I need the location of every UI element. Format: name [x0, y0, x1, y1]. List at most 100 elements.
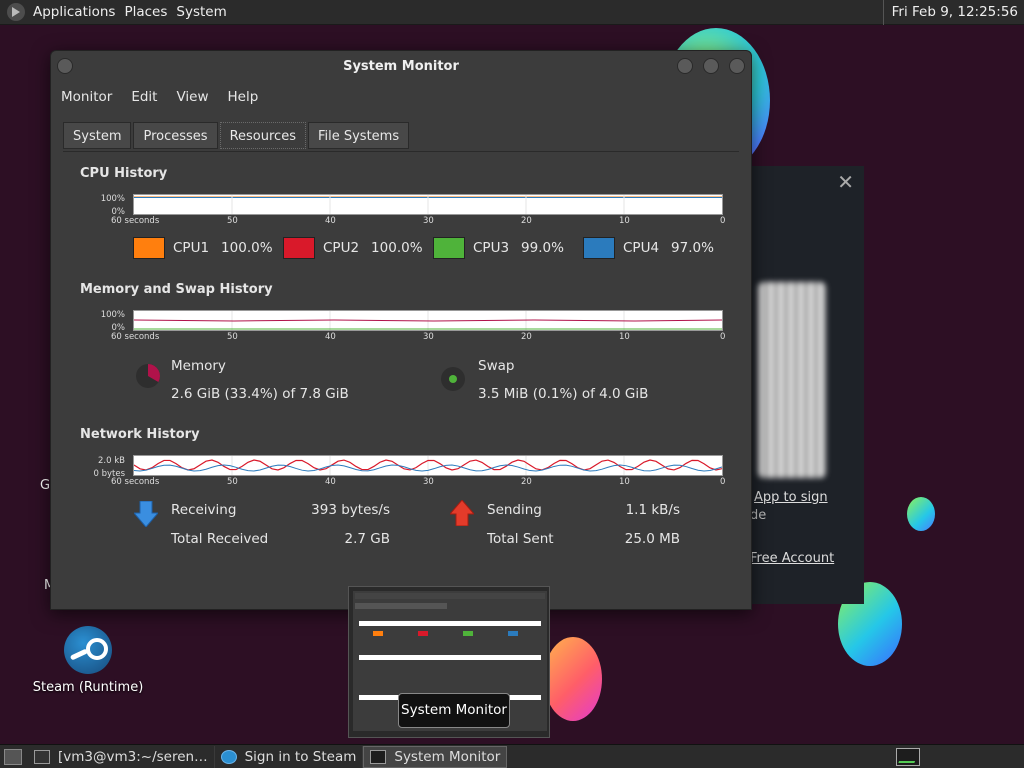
tab-file-systems[interactable]: File Systems — [307, 122, 410, 149]
menu-help[interactable]: Help — [228, 89, 259, 105]
cpu2-color-button[interactable] — [283, 237, 315, 259]
cpu-name: CPU1 — [173, 240, 210, 256]
maximize-button[interactable] — [703, 58, 719, 74]
cpu-x-ticks: 60 seconds 50 40 30 20 10 0 — [111, 216, 731, 226]
window-menu-button[interactable] — [57, 58, 73, 74]
taskbar-item-label: [vm3@vm3:~/seren… — [58, 748, 208, 765]
cpu-name: CPU3 — [473, 240, 510, 256]
tab-system[interactable]: System — [63, 122, 132, 149]
menu-edit[interactable]: Edit — [131, 89, 157, 105]
menu-view[interactable]: View — [176, 89, 208, 105]
sending-arrow-icon[interactable] — [450, 500, 474, 526]
taskbar-item-terminal[interactable]: [vm3@vm3:~/seren… — [28, 745, 215, 768]
x-tick: 50 — [227, 332, 238, 342]
x-tick: 60 seconds — [111, 332, 160, 342]
wallpaper-shape — [544, 637, 602, 721]
cpu-y-top-label: 100% — [100, 194, 125, 204]
x-tick: 20 — [521, 216, 532, 226]
menu-system[interactable]: System — [176, 4, 235, 20]
total-received-value: 2.7 GB — [344, 531, 390, 547]
minimize-button[interactable] — [677, 58, 693, 74]
taskbar-item-label: Sign in to Steam — [244, 748, 357, 765]
x-tick: 60 seconds — [111, 216, 160, 226]
window-tooltip: System Monitor — [398, 693, 510, 728]
close-icon[interactable]: ✕ — [837, 170, 854, 194]
free-account-link[interactable]: Free Account — [750, 551, 834, 566]
window-titlebar[interactable]: System Monitor — [51, 51, 751, 83]
terminal-icon — [34, 749, 50, 764]
total-sent-label: Total Sent — [487, 531, 554, 547]
cpu-legend-item: CPU3 99.0% — [433, 237, 583, 259]
memory-y-top-label: 100% — [100, 310, 125, 320]
menu-applications[interactable]: Applications — [33, 4, 124, 20]
cpu1-color-button[interactable] — [133, 237, 165, 259]
cpu-history-graph — [133, 194, 723, 215]
x-tick: 0 — [720, 332, 726, 342]
receiving-arrow-icon[interactable] — [134, 501, 158, 527]
cpu-name: CPU4 — [623, 240, 660, 256]
top-panel: Applications Places System Fri Feb 9, 12… — [0, 0, 1024, 25]
x-tick: 20 — [521, 477, 532, 487]
taskbar-item-steam[interactable]: Sign in to Steam — [215, 745, 364, 768]
close-button[interactable] — [729, 58, 745, 74]
desktop-icon-steam[interactable]: Steam (Runtime) — [26, 626, 150, 695]
memory-value: 2.6 GiB (33.4%) of 7.8 GiB — [171, 386, 349, 402]
cpu-value: 100.0% — [221, 240, 273, 256]
menu-places[interactable]: Places — [124, 4, 176, 20]
x-tick: 40 — [325, 216, 336, 226]
steam-app-text: App to sign — [754, 490, 828, 505]
show-desktop-icon[interactable] — [4, 748, 22, 765]
swap-indicator — [449, 375, 457, 383]
swap-value: 3.5 MiB (0.1%) of 4.0 GiB — [478, 386, 649, 402]
memory-pie-chart[interactable] — [135, 363, 161, 389]
menu-monitor[interactable]: Monitor — [61, 89, 112, 105]
cpu-legend: CPU1 100.0% CPU2 100.0% CPU3 99.0% CPU4 … — [133, 237, 733, 259]
x-tick: 30 — [423, 477, 434, 487]
system-monitor-tray-icon[interactable] — [896, 748, 920, 766]
x-tick: 10 — [619, 477, 630, 487]
tab-notebook: System Processes Resources File Systems … — [63, 122, 739, 563]
wallpaper-shape — [907, 497, 935, 531]
menubar: Monitor Edit View Help — [51, 83, 751, 111]
sending-value: 1.1 kB/s — [625, 502, 680, 518]
system-monitor-icon — [370, 749, 387, 764]
distro-logo-icon[interactable] — [7, 3, 25, 21]
network-x-ticks: 60 seconds 50 40 30 20 10 0 — [111, 477, 731, 487]
receiving-label: Receiving — [171, 502, 237, 518]
x-tick: 40 — [325, 477, 336, 487]
total-received-label: Total Received — [171, 531, 269, 547]
memory-x-ticks: 60 seconds 50 40 30 20 10 0 — [111, 332, 731, 342]
desktop-icon-label-fragment: G — [40, 478, 51, 493]
network-history-title: Network History — [80, 427, 200, 442]
desktop-icon-label: Steam (Runtime) — [32, 680, 144, 695]
x-tick: 50 — [227, 216, 238, 226]
network-history-graph — [133, 455, 723, 476]
cpu-legend-item: CPU4 97.0% — [583, 237, 733, 259]
cpu-history-title: CPU History — [80, 166, 168, 181]
taskbar-item-system-monitor[interactable]: System Monitor — [363, 745, 508, 768]
x-tick: 50 — [227, 477, 238, 487]
steam-sign-in-dialog: ✕ App to sign de Free Account — [750, 166, 864, 604]
qr-code — [758, 282, 826, 478]
resources-page: CPU History 100% 0% 60 seconds 50 40 30 — [63, 151, 739, 561]
x-tick: 20 — [521, 332, 532, 342]
taskbar-item-label: System Monitor — [394, 748, 501, 765]
x-tick: 10 — [619, 216, 630, 226]
bottom-panel: [vm3@vm3:~/seren… Sign in to Steam Syste… — [0, 744, 1024, 768]
memory-history-graph — [133, 310, 723, 331]
sending-label: Sending — [487, 502, 542, 518]
cpu-name: CPU2 — [323, 240, 360, 256]
cpu3-color-button[interactable] — [433, 237, 465, 259]
window-title: System Monitor — [343, 59, 459, 74]
tab-resources[interactable]: Resources — [219, 122, 306, 149]
swap-pie-chart[interactable] — [440, 366, 466, 392]
x-tick: 0 — [720, 477, 726, 487]
cpu4-color-button[interactable] — [583, 237, 615, 259]
x-tick: 10 — [619, 332, 630, 342]
network-y-top-label: 2.0 kB — [98, 456, 125, 466]
memory-history-title: Memory and Swap History — [80, 282, 273, 297]
system-monitor-window: System Monitor Monitor Edit View Help Sy… — [50, 50, 752, 610]
tab-processes[interactable]: Processes — [133, 122, 218, 149]
clock[interactable]: Fri Feb 9, 12:25:56 — [882, 0, 1024, 25]
receiving-value: 393 bytes/s — [311, 502, 390, 518]
